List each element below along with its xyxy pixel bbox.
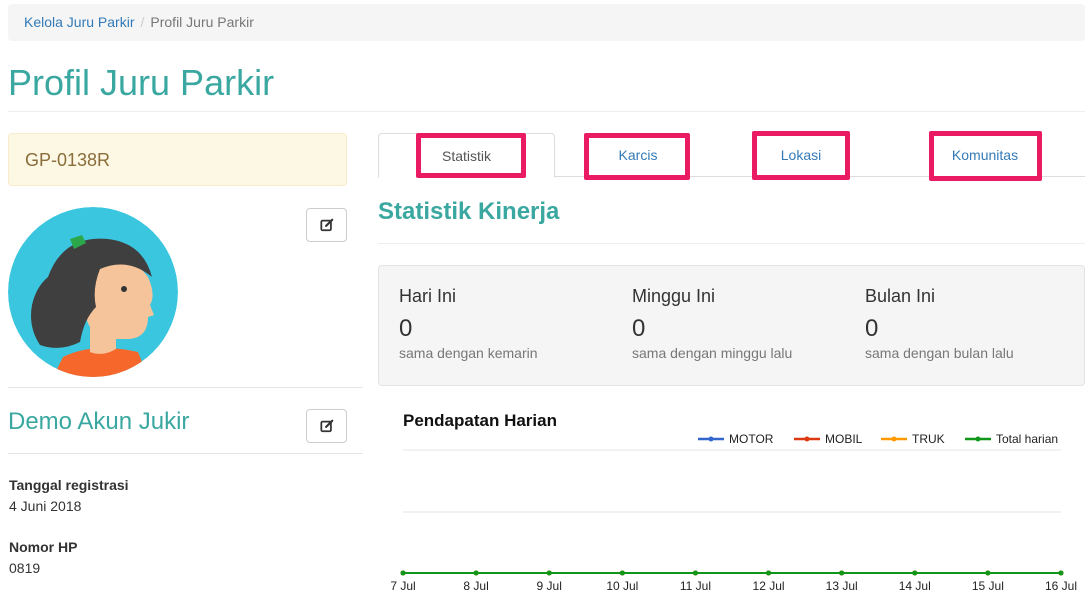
profile-tabs: Statistik Karcis Lokasi Komunitas <box>378 133 1085 178</box>
x-tick-label: 13 Jul <box>826 579 858 593</box>
x-tick-label: 15 Jul <box>972 579 1004 593</box>
page-title: Profil Juru Parkir <box>8 62 275 103</box>
section-title: Statistik Kinerja <box>378 198 560 225</box>
tab-statistik[interactable]: Statistik <box>378 133 555 178</box>
stat-note: sama dengan minggu lalu <box>632 345 793 361</box>
stat-week: Minggu Ini 0 sama dengan minggu lalu <box>632 286 792 361</box>
edit-icon <box>319 419 333 433</box>
title-divider <box>8 111 1085 112</box>
breadcrumb-current: Profil Juru Parkir <box>150 14 254 30</box>
x-tick-label: 8 Jul <box>463 579 488 593</box>
data-point <box>912 570 918 576</box>
data-point <box>839 570 845 576</box>
stats-panel: Hari Ini 0 sama dengan kemarin Minggu In… <box>378 265 1085 386</box>
profile-code-box: GP-0138R <box>8 133 347 186</box>
legend-label: MOBIL <box>825 432 863 446</box>
legend-label: MOTOR <box>729 432 774 446</box>
x-tick-label: 11 Jul <box>680 579 711 593</box>
profile-name: Demo Akun Jukir <box>8 408 190 435</box>
stat-value: 0 <box>632 315 646 342</box>
data-point <box>985 570 991 576</box>
daily-revenue-chart: Pendapatan Harian MOTOR MOBIL TRUK Total har… <box>378 400 1085 596</box>
x-tick-label: 7 Jul <box>390 579 415 593</box>
legend-marker <box>804 436 810 442</box>
stat-label: Hari Ini <box>399 286 457 306</box>
stat-note: sama dengan bulan lalu <box>865 345 1014 361</box>
avatar <box>8 207 178 377</box>
legend-marker <box>891 436 897 442</box>
legend-marker <box>708 436 714 442</box>
tab-karcis[interactable]: Karcis <box>584 133 692 177</box>
breadcrumb-link-kelola[interactable]: Kelola Juru Parkir <box>24 14 135 30</box>
avatar-divider <box>8 387 363 388</box>
data-point <box>546 570 552 576</box>
tab-lokasi[interactable]: Lokasi <box>752 133 850 177</box>
stat-label: Minggu Ini <box>632 286 716 306</box>
stat-label: Bulan Ini <box>865 286 936 306</box>
x-tick-label: 16 Jul <box>1045 579 1077 593</box>
stat-today: Hari Ini 0 sama dengan kemarin <box>399 286 538 361</box>
data-point <box>619 570 625 576</box>
data-point <box>1058 570 1064 576</box>
edit-profile-button[interactable] <box>306 409 347 443</box>
name-divider <box>8 453 363 454</box>
section-divider <box>378 243 1085 244</box>
x-tick-label: 14 Jul <box>899 579 931 593</box>
x-tick-label: 12 Jul <box>753 579 785 593</box>
data-point <box>692 570 698 576</box>
legend-marker <box>975 436 981 442</box>
stat-value: 0 <box>865 315 879 342</box>
legend-label: TRUK <box>912 432 945 446</box>
chart-svg: Pendapatan Harian MOTOR MOBIL TRUK Total har… <box>390 411 1077 593</box>
phone-label: Nomor HP <box>9 539 78 555</box>
avatar-illustration <box>8 207 178 377</box>
stat-value: 0 <box>399 315 413 342</box>
edit-icon <box>319 218 333 232</box>
data-point <box>766 570 772 576</box>
chart-title: Pendapatan Harian <box>403 411 557 430</box>
registration-date-label: Tanggal registrasi <box>9 477 129 493</box>
breadcrumb-separator: / <box>140 14 145 30</box>
legend-label: Total harian <box>996 432 1058 446</box>
x-tick-label: 9 Jul <box>537 579 562 593</box>
stat-month: Bulan Ini 0 sama dengan bulan lalu <box>865 286 1014 361</box>
x-tick-label: 10 Jul <box>606 579 638 593</box>
phone-value: 0819 <box>9 560 41 576</box>
registration-date-value: 4 Juni 2018 <box>9 498 82 514</box>
data-point <box>400 570 406 576</box>
data-point <box>473 570 479 576</box>
tab-komunitas[interactable]: Komunitas <box>929 133 1041 177</box>
breadcrumb: Kelola Juru Parkir / Profil Juru Parkir <box>8 4 1085 41</box>
edit-avatar-button[interactable] <box>306 208 347 242</box>
stat-note: sama dengan kemarin <box>399 345 538 361</box>
